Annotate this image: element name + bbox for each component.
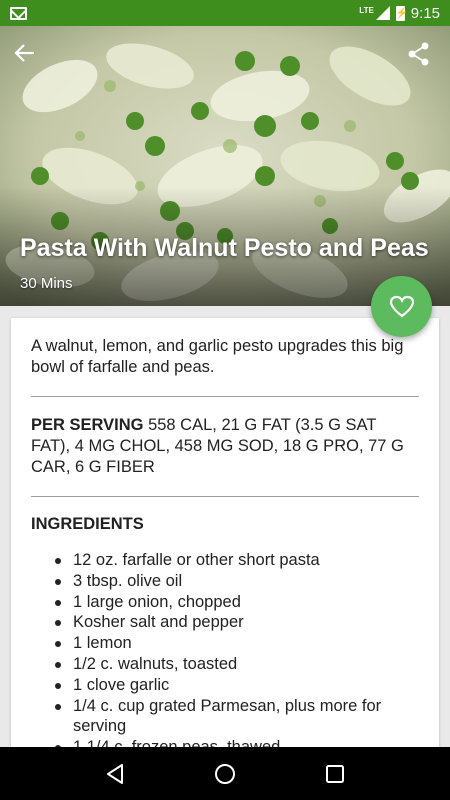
recipe-hero-image: Pasta With Walnut Pesto and Peas 30 Mins: [0, 26, 450, 306]
network-type-label: LTE: [359, 5, 374, 15]
nav-recents-button[interactable]: [315, 754, 355, 794]
status-time: 9:15: [410, 4, 440, 22]
back-button[interactable]: [14, 42, 44, 72]
triangle-back-icon: [107, 763, 123, 784]
nutrition-info: PER SERVING 558 CAL, 21 G FAT (3.5 G SAT…: [31, 415, 419, 478]
status-bar: LTE 9:15: [0, 0, 450, 26]
ingredient-item: 1 clove garlic: [53, 675, 419, 696]
ingredient-item: 1/4 c. cup grated Parmesan, plus more fo…: [53, 696, 419, 738]
recipe-time: 30 Mins: [20, 275, 73, 292]
recipe-details-card: A walnut, lemon, and garlic pesto upgrad…: [11, 318, 439, 758]
ingredient-item: 1 lemon: [53, 633, 419, 654]
ingredient-item: 1/2 c. walnuts, toasted: [53, 654, 419, 675]
square-recents-icon: [326, 764, 344, 783]
nutrition-label: PER SERVING: [31, 416, 144, 434]
nav-home-button[interactable]: [205, 754, 245, 794]
recipe-screen: LTE 9:15: [0, 0, 450, 800]
ingredient-item: 1 large onion, chopped: [53, 592, 419, 613]
signal-icon: [375, 6, 390, 20]
arrow-left-icon: [14, 44, 34, 62]
nav-back-button[interactable]: [95, 754, 135, 794]
divider: [31, 396, 419, 397]
ingredient-item: 3 tbsp. olive oil: [53, 571, 419, 592]
divider: [31, 496, 419, 497]
share-button[interactable]: [408, 42, 438, 72]
recipe-description: A walnut, lemon, and garlic pesto upgrad…: [31, 337, 404, 376]
share-icon: [408, 42, 429, 66]
system-navigation-bar: [0, 747, 450, 800]
ingredients-heading: INGREDIENTS: [31, 515, 144, 533]
battery-charging-icon: [395, 5, 408, 21]
heart-icon: [389, 295, 414, 317]
ingredients-list: 12 oz. farfalle or other short pasta 3 t…: [31, 550, 419, 758]
gmail-notification-icon: [10, 6, 27, 20]
favorite-button[interactable]: [371, 276, 432, 337]
ingredient-item: Kosher salt and pepper: [53, 612, 419, 633]
circle-home-icon: [215, 763, 235, 784]
status-icons: LTE 9:15: [359, 5, 440, 22]
ingredient-item: 12 oz. farfalle or other short pasta: [53, 550, 419, 571]
recipe-title: Pasta With Walnut Pesto and Peas: [20, 234, 429, 262]
